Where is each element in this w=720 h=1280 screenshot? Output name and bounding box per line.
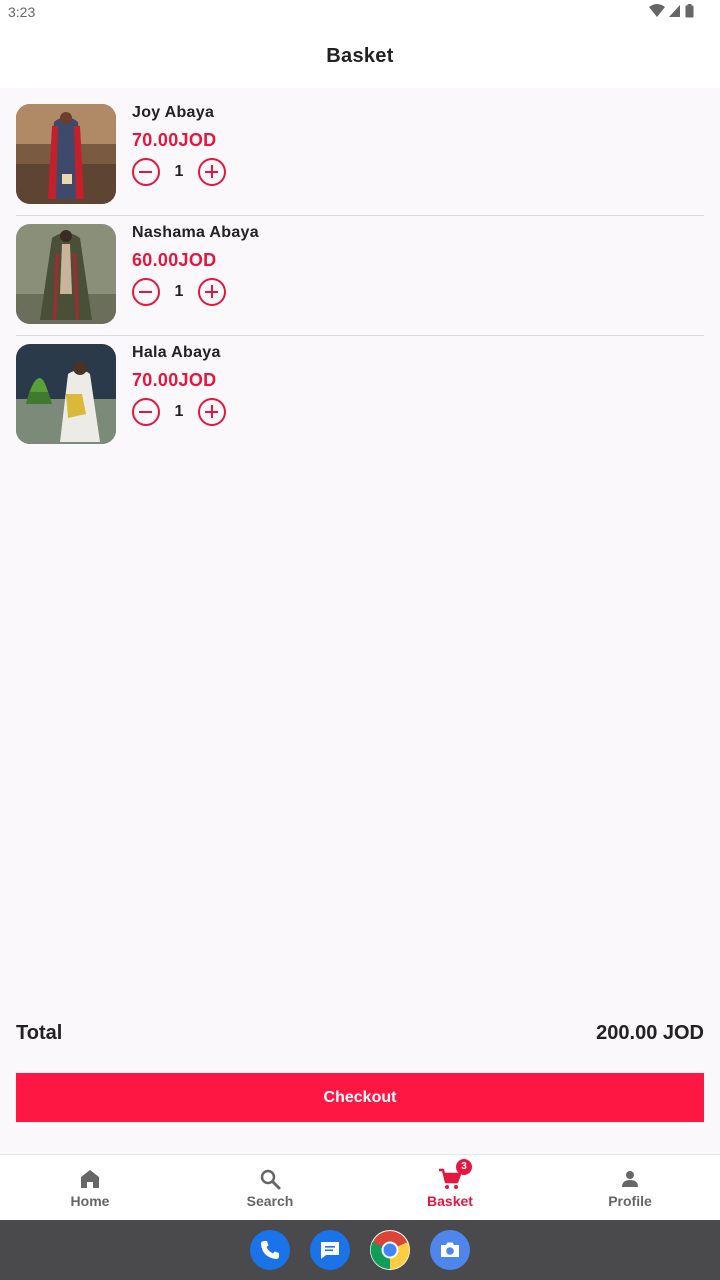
quantity-stepper: 1	[132, 278, 226, 306]
person-icon	[622, 1171, 638, 1187]
phone-icon	[261, 1241, 279, 1259]
decrease-quantity-button[interactable]	[132, 398, 160, 426]
search-icon	[260, 1169, 281, 1190]
increase-quantity-button[interactable]	[198, 278, 226, 306]
chrome-icon	[370, 1231, 410, 1270]
quantity-stepper: 1	[132, 158, 226, 186]
product-name: Joy Abaya	[132, 104, 215, 121]
messages-app-icon[interactable]	[310, 1230, 350, 1270]
total-row: Total 200.00 JOD	[16, 1022, 704, 1052]
cell-signal-icon	[669, 5, 680, 17]
battery-icon	[685, 4, 694, 18]
nav-item-home[interactable]: Home	[0, 1155, 180, 1220]
increase-quantity-button[interactable]	[198, 398, 226, 426]
product-price: 70.00JOD	[132, 370, 217, 390]
product-image[interactable]	[16, 224, 116, 324]
cart-count-badge: 3	[456, 1159, 472, 1175]
app-bar: Basket	[0, 24, 720, 88]
product-image[interactable]	[16, 344, 116, 444]
quantity-value: 1	[174, 163, 184, 180]
nav-label: Profile	[608, 1193, 652, 1209]
phone-app-icon[interactable]	[250, 1230, 290, 1270]
quantity-value: 1	[174, 403, 184, 420]
basket-list: Joy Abaya 70.00JOD 1 Nashama Abaya 60.00…	[16, 96, 704, 456]
product-image[interactable]	[16, 104, 116, 204]
status-icons	[649, 4, 694, 18]
nav-item-profile[interactable]: Profile	[540, 1155, 720, 1220]
page-title: Basket	[326, 44, 394, 67]
nav-item-search[interactable]: Search	[180, 1155, 360, 1220]
nav-label: Basket	[427, 1193, 473, 1209]
total-label: Total	[16, 1022, 63, 1044]
product-name: Nashama Abaya	[132, 224, 259, 241]
bottom-nav: Home Search 3 Basket Profile	[0, 1154, 720, 1220]
basket-item: Joy Abaya 70.00JOD 1	[16, 96, 704, 216]
status-time: 3:23	[8, 4, 36, 20]
checkout-button[interactable]: Checkout	[16, 1073, 704, 1122]
increase-quantity-button[interactable]	[198, 158, 226, 186]
total-value: 200.00 JOD	[596, 1022, 704, 1044]
messages-icon	[321, 1242, 339, 1259]
nav-item-basket[interactable]: 3 Basket	[360, 1155, 540, 1220]
decrease-quantity-button[interactable]	[132, 278, 160, 306]
decrease-quantity-button[interactable]	[132, 158, 160, 186]
quantity-stepper: 1	[132, 398, 226, 426]
nav-label: Home	[70, 1193, 110, 1209]
nav-label: Search	[246, 1193, 294, 1209]
camera-icon	[441, 1242, 459, 1257]
wifi-icon	[649, 4, 665, 17]
chrome-app-icon[interactable]	[370, 1230, 410, 1270]
status-bar: 3:23	[0, 0, 720, 24]
quantity-value: 1	[174, 283, 184, 300]
basket-item: Hala Abaya 70.00JOD 1	[16, 336, 704, 456]
basket-item: Nashama Abaya 60.00JOD 1	[16, 216, 704, 336]
product-name: Hala Abaya	[132, 344, 221, 361]
product-price: 60.00JOD	[132, 250, 217, 270]
home-icon	[81, 1170, 99, 1188]
camera-app-icon[interactable]	[430, 1230, 470, 1270]
product-price: 70.00JOD	[132, 130, 217, 150]
system-dock	[0, 1220, 720, 1280]
